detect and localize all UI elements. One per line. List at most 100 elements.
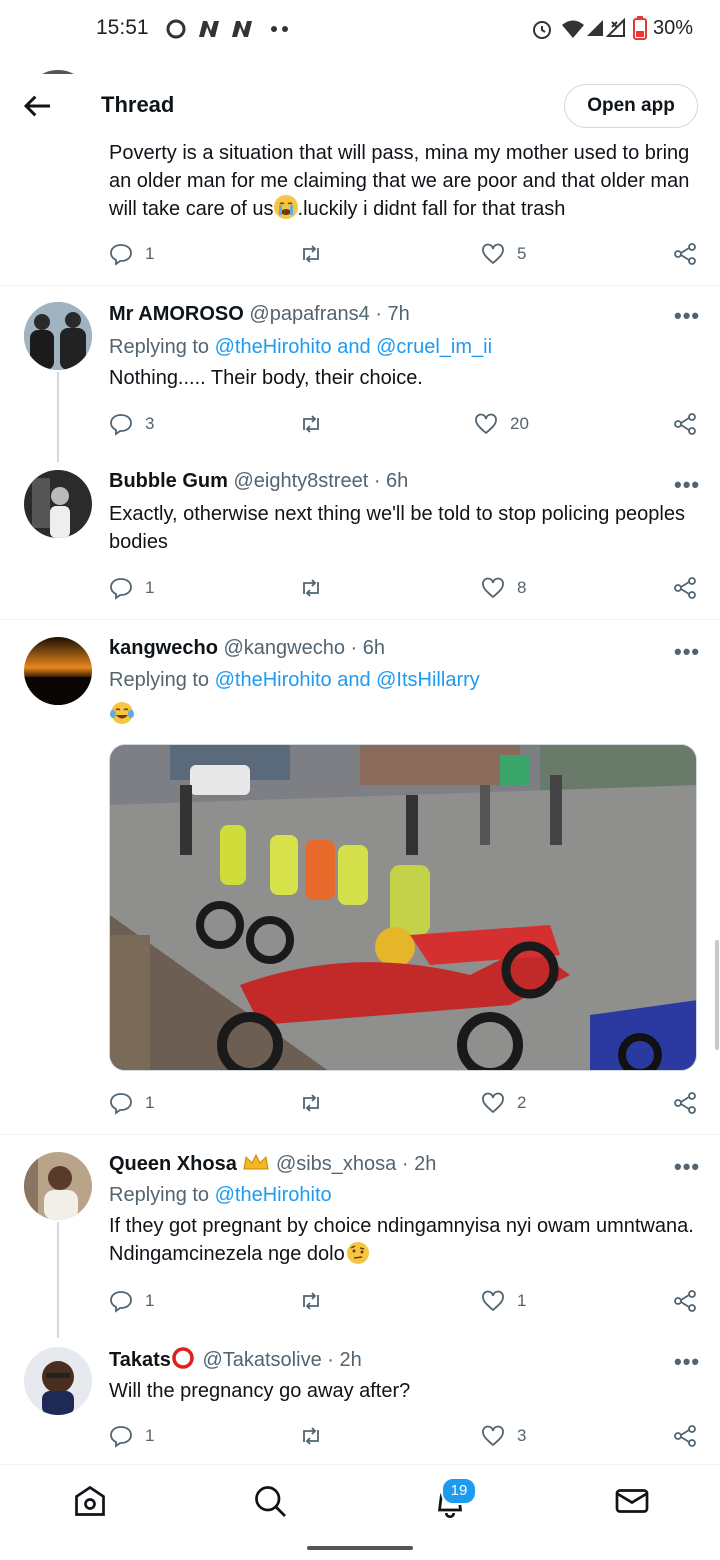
n-logo-icon [232, 21, 252, 37]
open-app-button[interactable]: Open app [564, 84, 698, 128]
retweet-button[interactable] [299, 409, 323, 439]
tears-of-joy-emoji-icon [110, 702, 134, 724]
share-icon [674, 1290, 696, 1312]
replying-to-link[interactable]: @theHirohito and @cruel_im_ii [215, 336, 492, 358]
circle-o-icon [166, 19, 186, 39]
tweet-1[interactable]: Poverty is a situation that will pass, m… [0, 70, 720, 285]
share-button[interactable] [673, 409, 697, 439]
heart-icon [482, 1092, 504, 1114]
share-button[interactable] [673, 573, 697, 603]
crying-emoji-icon [273, 195, 298, 219]
tweet-author[interactable]: kangwecho @kangwecho · 6h [109, 637, 385, 660]
reply-button[interactable]: 1 [109, 1088, 154, 1118]
tweet-author[interactable]: Queen Xhosa @sibs_xhosa · 2h [109, 1152, 436, 1176]
replying-to: Replying to @theHirohito and @ItsHillarr… [109, 669, 480, 691]
more-options-icon[interactable]: ••• [674, 472, 700, 498]
more-options-icon[interactable]: ••• [674, 1349, 700, 1375]
avatar[interactable] [24, 1347, 92, 1415]
page-title: Thread [101, 92, 175, 117]
tweet-author[interactable]: Takats @Takatsolive · 2h [109, 1347, 362, 1372]
search-icon[interactable] [252, 1483, 288, 1519]
tweet-image[interactable] [109, 744, 697, 1071]
reply-count: 1 [145, 578, 155, 597]
like-button[interactable]: 2 [481, 1088, 526, 1118]
home-icon[interactable] [72, 1483, 108, 1519]
thread-connector [57, 1222, 59, 1338]
bottom-navigation: 19 [0, 1464, 720, 1537]
more-options-icon[interactable]: ••• [674, 639, 700, 665]
author-name: Bubble Gum [109, 470, 228, 492]
retweet-icon [303, 1427, 319, 1445]
replying-to-link[interactable]: @theHirohito and @ItsHillarry [215, 669, 480, 691]
reply-button[interactable]: 1 [109, 239, 154, 269]
share-icon [674, 243, 696, 265]
reply-count: 1 [145, 1093, 155, 1112]
back-arrow-icon[interactable] [22, 90, 54, 122]
avatar[interactable] [24, 470, 92, 538]
alarm-icon [533, 21, 551, 39]
n-logo-icon [199, 21, 219, 37]
motorcycle-street-photo [110, 745, 696, 1070]
avatar[interactable] [24, 637, 92, 705]
like-button[interactable]: 3 [481, 1421, 526, 1451]
reply-button[interactable]: 3 [109, 409, 154, 439]
like-count: 3 [517, 1426, 527, 1445]
share-button[interactable] [673, 1088, 697, 1118]
heart-icon [482, 1425, 504, 1447]
avatar[interactable] [24, 302, 92, 370]
reply-count: 1 [145, 244, 155, 263]
tweet-text: Exactly, otherwise next thing we'll be t… [109, 503, 685, 553]
retweet-button[interactable] [299, 1088, 323, 1118]
share-button[interactable] [673, 1286, 697, 1316]
messages-icon[interactable] [614, 1483, 650, 1519]
share-button[interactable] [673, 239, 697, 269]
gesture-bar[interactable] [307, 1546, 413, 1550]
share-icon [674, 1425, 696, 1447]
heart-icon [482, 577, 504, 599]
like-button[interactable]: 1 [481, 1286, 526, 1316]
reply-button[interactable]: 1 [109, 573, 154, 603]
retweet-button[interactable] [299, 573, 323, 603]
like-button[interactable]: 8 [481, 573, 526, 603]
battery-icon [633, 16, 647, 40]
avatar[interactable] [24, 1152, 92, 1220]
author-handle: @Takatsolive · 2h [202, 1349, 362, 1371]
tweet-text: Poverty is a situation that will pass, m… [109, 142, 690, 220]
divider [0, 285, 720, 286]
reply-icon [110, 1426, 132, 1448]
status-bar: 15:51 30% [0, 0, 720, 60]
tweet-actions: 1 2 [109, 1088, 709, 1118]
like-count: 8 [517, 578, 527, 597]
reply-icon [110, 578, 132, 600]
author-handle: @papafrans4 · 7h [249, 303, 410, 325]
replying-to-link[interactable]: @theHirohito [215, 1184, 332, 1206]
tweet-author[interactable]: Mr AMOROSO @papafrans4 · 7h [109, 303, 410, 326]
like-button[interactable]: 20 [474, 409, 529, 439]
like-count: 1 [517, 1291, 527, 1310]
tweet-text: If they got pregnant by choice ndingamny… [109, 1215, 694, 1265]
reply-icon [110, 414, 132, 436]
author-handle: @eighty8street · 6h [233, 470, 409, 492]
retweet-icon [303, 245, 319, 263]
reply-count: 3 [145, 414, 155, 433]
battery-percent: 30% [653, 17, 694, 39]
scrollbar[interactable] [715, 940, 719, 1050]
more-options-icon[interactable]: ••• [674, 303, 700, 329]
signal-x-icon [606, 18, 625, 37]
like-button[interactable]: 5 [481, 239, 526, 269]
share-button[interactable] [673, 1421, 697, 1451]
header: Thread Open app [0, 74, 720, 142]
status-time: 15:51 [96, 16, 149, 39]
reply-button[interactable]: 1 [109, 1421, 154, 1451]
retweet-button[interactable] [299, 1421, 323, 1451]
retweet-button[interactable] [299, 1286, 323, 1316]
reply-button[interactable]: 1 [109, 1286, 154, 1316]
share-icon [674, 1092, 696, 1114]
wifi-icon [562, 20, 584, 38]
thread-connector [57, 372, 59, 462]
tweet-author[interactable]: Bubble Gum @eighty8street · 6h [109, 470, 408, 493]
retweet-button[interactable] [299, 239, 323, 269]
like-count: 5 [517, 244, 527, 263]
more-options-icon[interactable]: ••• [674, 1154, 700, 1180]
share-icon [674, 577, 696, 599]
